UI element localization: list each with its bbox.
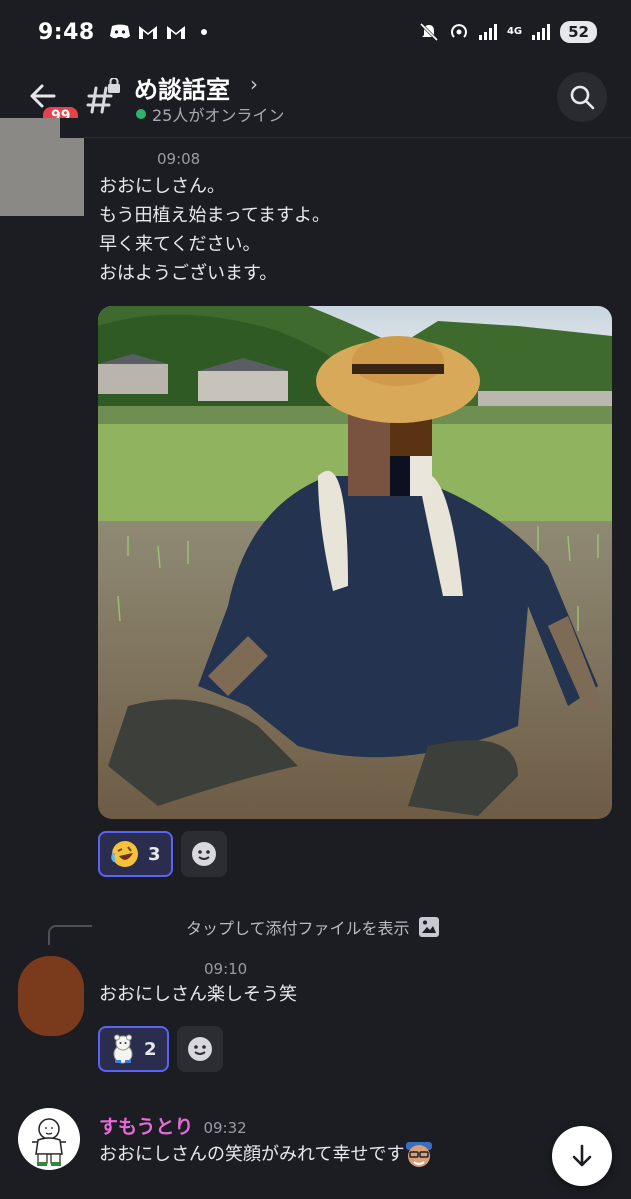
- white-bear-sticker: [113, 1034, 133, 1064]
- smiley-icon: [191, 842, 216, 866]
- arrow-down-icon: [572, 1144, 592, 1167]
- message-line: おおにしさん。: [99, 176, 225, 197]
- battery-level: 52: [560, 21, 597, 43]
- message-line: おはようございます。: [99, 263, 278, 284]
- sumo-avatar-icon: [32, 1118, 66, 1166]
- image-icon: [418, 917, 439, 937]
- signal-icon: [532, 24, 551, 40]
- avatar-redacted[interactable]: [0, 118, 84, 216]
- reply-connector: [48, 925, 92, 945]
- message-time: 09:08: [157, 150, 201, 168]
- reaction-count: 3: [148, 843, 161, 865]
- reactions: 3: [98, 831, 227, 877]
- reactions: 2: [98, 1026, 223, 1072]
- message-meta: すもうとり 09:32: [99, 1112, 434, 1139]
- rolling-on-floor-laughing-emoji: [111, 841, 138, 867]
- channel-title[interactable]: め談話室: [134, 70, 230, 105]
- search-icon: [570, 85, 595, 110]
- system-icons: 4G 52: [419, 21, 597, 43]
- message: 09:08 おおにしさん。 もう田植え始まってますよ。 早く来てください。 おは…: [99, 150, 330, 288]
- gmail-icon: [166, 26, 185, 39]
- mute-icon: [419, 22, 439, 42]
- add-reaction-button[interactable]: [176, 1026, 223, 1072]
- message: すもうとり 09:32 おおにしさんの笑顔がみれて幸せです: [99, 1112, 434, 1169]
- avatar[interactable]: [18, 1108, 80, 1170]
- message-meta: 09:08: [99, 150, 330, 168]
- username[interactable]: すもうとり: [99, 1112, 193, 1139]
- message-time: 09:10: [204, 960, 248, 978]
- status-bar: 9:48 4G 52: [0, 0, 631, 64]
- online-status: 25人がオンライン: [136, 102, 284, 126]
- gmail-icon: [138, 26, 157, 39]
- message-body: おおにしさん。 もう田植え始まってますよ。 早く来てください。 おはようございま…: [99, 172, 330, 288]
- discord-icon: [109, 24, 130, 39]
- jump-to-latest-button[interactable]: [552, 1126, 612, 1186]
- hotspot-icon: [451, 24, 467, 38]
- username-redacted[interactable]: [99, 150, 147, 164]
- message-line: もう田植え始まってますよ。: [99, 205, 330, 226]
- avatar-redacted[interactable]: [18, 956, 84, 1036]
- add-reaction-button[interactable]: [180, 831, 227, 877]
- reaction-count: 2: [144, 1038, 157, 1060]
- reply-preview[interactable]: タップして添付ファイルを表示: [186, 915, 440, 939]
- custom-face-emoji: [406, 1142, 433, 1167]
- message-time: 09:32: [203, 1119, 247, 1137]
- message-line: おおにしさんの笑顔がみれて幸せです: [99, 1143, 405, 1165]
- photo-attachment[interactable]: [98, 306, 612, 819]
- channel-header: 99 め談話室 › 25人がオンライン: [0, 64, 631, 138]
- search-button[interactable]: [557, 72, 607, 122]
- reply-preview-text: タップして添付ファイルを表示: [186, 919, 410, 938]
- status-time: 9:48: [38, 19, 95, 45]
- smiley-icon: [187, 1037, 212, 1061]
- chevron-right-icon[interactable]: ›: [250, 72, 258, 96]
- message-meta: 09:10: [99, 960, 297, 978]
- message-line: 早く来てください。: [99, 234, 261, 255]
- network-type: 4G: [506, 26, 523, 37]
- username-redacted[interactable]: [99, 960, 194, 974]
- online-dot: [136, 109, 146, 119]
- reaction-chip[interactable]: 2: [98, 1026, 169, 1072]
- reaction-chip[interactable]: 3: [98, 831, 173, 877]
- signal-icon: [478, 24, 497, 40]
- message: 09:10 おおにしさん楽しそう笑: [99, 960, 297, 1009]
- message-body: おおにしさんの笑顔がみれて幸せです: [99, 1139, 434, 1169]
- online-count: 25人がオンライン: [152, 106, 285, 125]
- message-line: おおにしさん楽しそう笑: [99, 984, 297, 1005]
- channel-hash-lock-icon: [86, 77, 124, 114]
- notification-icons: [109, 24, 207, 40]
- more-notifications-dot: [200, 29, 207, 35]
